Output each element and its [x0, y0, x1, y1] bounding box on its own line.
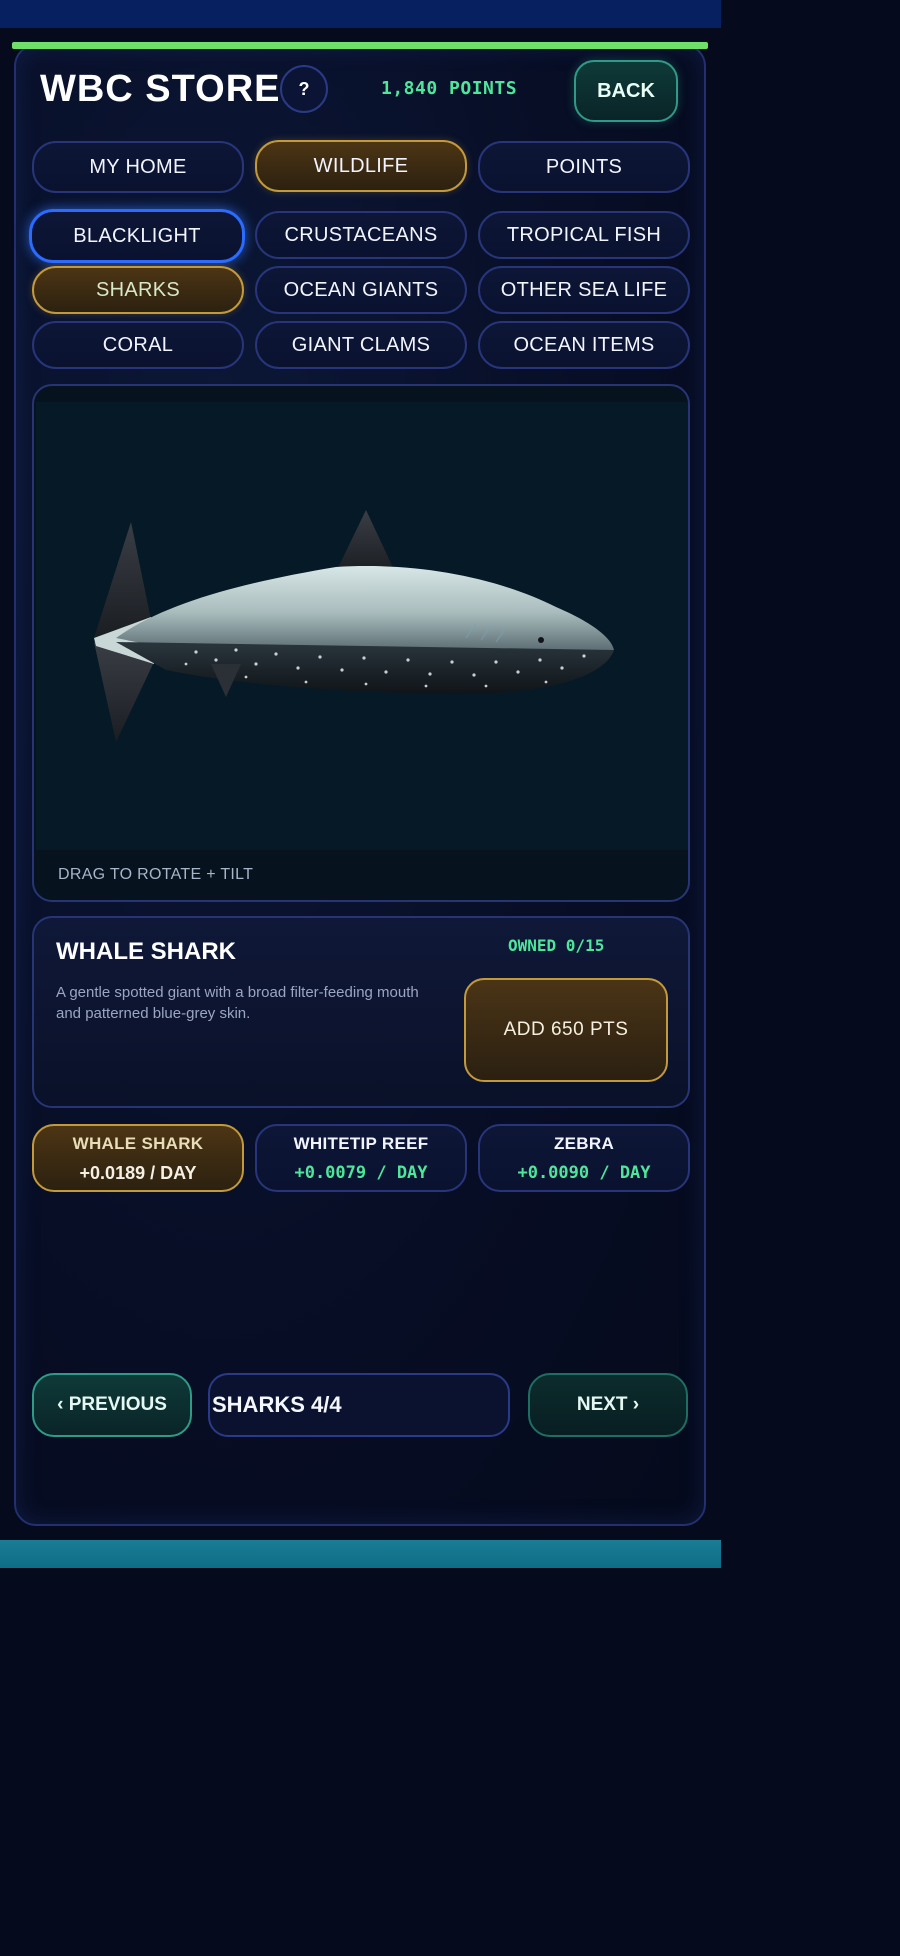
item-details-card: WHALE SHARK OWNED 0/15 A gentle spotted … — [32, 916, 690, 1108]
species-rate: +0.0189 / DAY — [79, 1163, 197, 1183]
owned-count: OWNED 0/15 — [508, 936, 605, 955]
category-coral[interactable]: CORAL — [32, 321, 244, 369]
item-name: WHALE SHARK — [56, 938, 236, 965]
points-balance: 1,840 POINTS — [381, 78, 518, 99]
model-viewer[interactable]: DRAG TO ROTATE + TILT — [32, 384, 690, 902]
species-name: ZEBRA — [553, 1134, 615, 1153]
category-giant-clams[interactable]: GIANT CLAMS — [255, 321, 467, 369]
category-blacklight[interactable]: BLACKLIGHT — [29, 209, 245, 263]
item-description: A gentle spotted giant with a broad filt… — [56, 984, 419, 1022]
category-other-sea-life[interactable]: OTHER SEA LIFE — [478, 266, 690, 314]
whale-shark-model[interactable] — [36, 402, 688, 850]
species-rate: +0.0090 / DAY — [517, 1163, 651, 1183]
category-ocean-items[interactable]: OCEAN ITEMS — [478, 321, 690, 369]
back-button[interactable]: BACK — [574, 60, 678, 122]
previous-button[interactable]: ‹ PREVIOUS — [32, 1373, 192, 1437]
tab-points[interactable]: POINTS — [478, 141, 690, 193]
species-whale-shark[interactable]: WHALE SHARK +0.0189 / DAY — [32, 1124, 244, 1192]
tab-wildlife[interactable]: WILDLIFE — [255, 140, 467, 192]
species-whitetip-reef[interactable]: WHITETIP REEF +0.0079 / DAY — [255, 1124, 467, 1192]
page-title: WBC STORE — [40, 68, 281, 110]
species-name: WHITETIP REEF — [293, 1134, 429, 1153]
species-zebra[interactable]: ZEBRA +0.0090 / DAY — [478, 1124, 690, 1192]
viewer-canvas[interactable] — [36, 402, 688, 850]
help-button[interactable]: ? — [280, 65, 328, 113]
page-indicator: SHARKS 4/4 — [208, 1373, 510, 1437]
next-button[interactable]: NEXT › — [528, 1373, 688, 1437]
viewer-hint: DRAG TO ROTATE + TILT — [58, 866, 254, 883]
progress-strip — [12, 42, 708, 49]
category-crustaceans[interactable]: CRUSTACEANS — [255, 211, 467, 259]
top-status-bar — [0, 0, 721, 28]
tab-my-home[interactable]: MY HOME — [32, 141, 244, 193]
add-to-cart-button[interactable]: ADD 650 PTS — [464, 978, 668, 1082]
bottom-bar — [0, 1540, 721, 1568]
species-rate: +0.0079 / DAY — [294, 1163, 428, 1183]
category-tropical-fish[interactable]: TROPICAL FISH — [478, 211, 690, 259]
species-name: WHALE SHARK — [72, 1134, 204, 1153]
category-ocean-giants[interactable]: OCEAN GIANTS — [255, 266, 467, 314]
category-sharks[interactable]: SHARKS — [32, 266, 244, 314]
